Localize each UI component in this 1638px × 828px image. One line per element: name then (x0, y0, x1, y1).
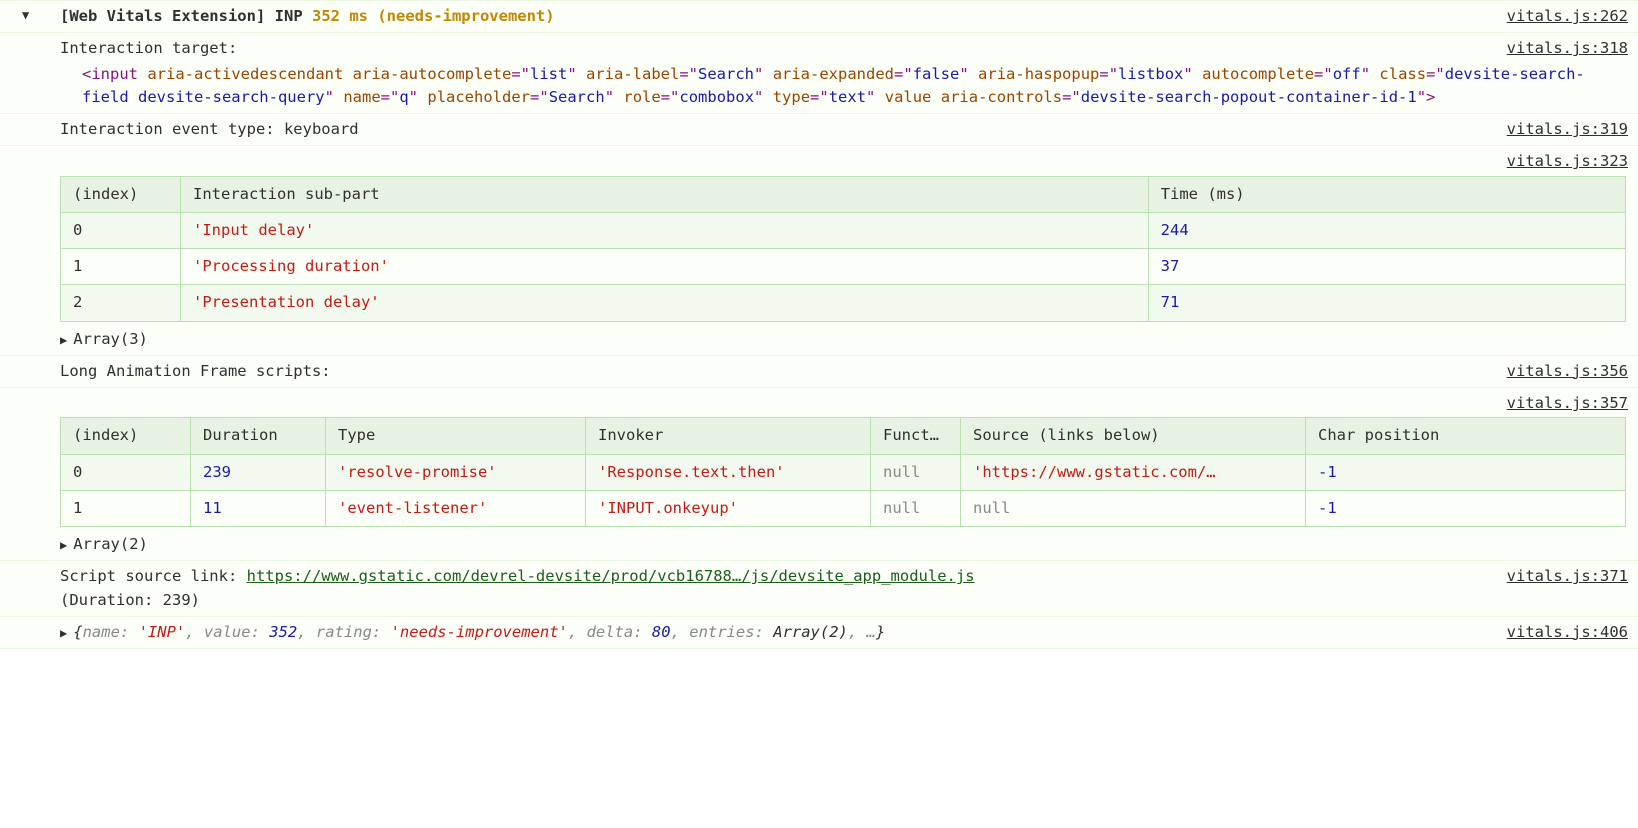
cell-index: 0 (61, 212, 181, 248)
console-panel: ▼ vitals.js:262 [Web Vitals Extension] I… (0, 0, 1638, 649)
object-preview: {name: 'INP', value: 352, rating: 'needs… (73, 623, 885, 641)
column-header: Interaction sub-part (181, 176, 1149, 212)
cell-subpart: 'Processing duration' (181, 249, 1149, 285)
cell-invoker: 'INPUT.onkeyup' (586, 490, 871, 526)
log-entry-table-scripts: vitals.js:357 (index)DurationTypeInvoker… (0, 388, 1638, 561)
object-toggle[interactable]: ▶ {name: 'INP', value: 352, rating: 'need… (60, 623, 885, 641)
source-link[interactable]: vitals.js:262 (1507, 5, 1628, 28)
text: Interaction event type: keyboard (60, 120, 359, 138)
cell-source: null (961, 490, 1306, 526)
cell-index: 2 (61, 285, 181, 321)
column-header: Source (links below) (961, 418, 1306, 454)
cell-type: 'resolve-promise' (326, 454, 586, 490)
table-row: 1'Processing duration'37 (61, 249, 1626, 285)
cell-duration: 239 (191, 454, 326, 490)
log-entry-table-subparts: vitals.js:323 (index)Interaction sub-par… (0, 146, 1638, 356)
array-label: Array(2) (73, 535, 148, 553)
duration-note: (Duration: 239) (60, 591, 200, 609)
log-entry-object: vitals.js:406 ▶ {name: 'INP', value: 352,… (0, 617, 1638, 649)
html-element-preview[interactable]: <input aria-activedescendant aria-autoco… (60, 63, 1628, 110)
cell-char: -1 (1306, 490, 1626, 526)
metric-name: INP (275, 7, 312, 25)
log-entry-event-type: vitals.js:319 Interaction event type: ke… (0, 114, 1638, 146)
cell-index: 1 (61, 490, 191, 526)
column-header: Char position (1306, 418, 1626, 454)
log-prefix: [Web Vitals Extension] (60, 7, 265, 25)
disclosure-triangle[interactable]: ▼ (22, 6, 29, 24)
cell-subpart: 'Input delay' (181, 212, 1149, 248)
scripts-table: (index)DurationTypeInvokerFunct…Source (… (60, 417, 1626, 527)
chevron-right-icon: ▶ (60, 624, 67, 642)
script-url-link[interactable]: https://www.gstatic.com/devrel-devsite/p… (247, 567, 975, 585)
text: Long Animation Frame scripts: (60, 362, 331, 380)
column-header: Duration (191, 418, 326, 454)
chevron-right-icon: ▶ (60, 331, 67, 349)
source-link[interactable]: vitals.js:318 (1507, 37, 1628, 60)
cell-time: 244 (1148, 212, 1625, 248)
column-header: Funct… (871, 418, 961, 454)
cell-index: 1 (61, 249, 181, 285)
label: Script source link: (60, 567, 247, 585)
metric-value: 352 ms (needs-improvement) (312, 7, 555, 25)
cell-duration: 11 (191, 490, 326, 526)
cell-subpart: 'Presentation delay' (181, 285, 1149, 321)
source-link[interactable]: vitals.js:357 (1507, 392, 1628, 415)
chevron-right-icon: ▶ (60, 536, 67, 554)
table-row: 2'Presentation delay'71 (61, 285, 1626, 321)
cell-source: 'https://www.gstatic.com/… (961, 454, 1306, 490)
table-row: 111'event-listener''INPUT.onkeyup'nullnu… (61, 490, 1626, 526)
cell-char: -1 (1306, 454, 1626, 490)
source-link[interactable]: vitals.js:356 (1507, 360, 1628, 383)
source-link[interactable]: vitals.js:323 (1507, 150, 1628, 173)
source-link[interactable]: vitals.js:371 (1507, 565, 1628, 588)
log-entry-interaction-target: vitals.js:318 Interaction target: <input… (0, 33, 1638, 114)
cell-invoker: 'Response.text.then' (586, 454, 871, 490)
table-row: 0'Input delay'244 (61, 212, 1626, 248)
source-link[interactable]: vitals.js:319 (1507, 118, 1628, 141)
label: Interaction target: (60, 39, 237, 57)
cell-function: null (871, 490, 961, 526)
column-header: (index) (61, 418, 191, 454)
cell-function: null (871, 454, 961, 490)
source-link[interactable]: vitals.js:406 (1507, 621, 1628, 644)
cell-time: 37 (1148, 249, 1625, 285)
log-entry-header[interactable]: ▼ vitals.js:262 [Web Vitals Extension] I… (0, 0, 1638, 33)
cell-type: 'event-listener' (326, 490, 586, 526)
log-entry-laf-label: vitals.js:356 Long Animation Frame scrip… (0, 356, 1638, 388)
table-row: 0239'resolve-promise''Response.text.then… (61, 454, 1626, 490)
column-header: Type (326, 418, 586, 454)
subparts-table: (index)Interaction sub-partTime (ms)0'In… (60, 176, 1626, 322)
column-header: (index) (61, 176, 181, 212)
column-header: Time (ms) (1148, 176, 1625, 212)
array-label: Array(3) (73, 330, 148, 348)
cell-time: 71 (1148, 285, 1625, 321)
cell-index: 0 (61, 454, 191, 490)
column-header: Invoker (586, 418, 871, 454)
array-toggle[interactable]: ▶ Array(2) (60, 533, 1628, 556)
array-toggle[interactable]: ▶ Array(3) (60, 328, 1628, 351)
log-entry-script-link: vitals.js:371 Script source link: https:… (0, 561, 1638, 617)
